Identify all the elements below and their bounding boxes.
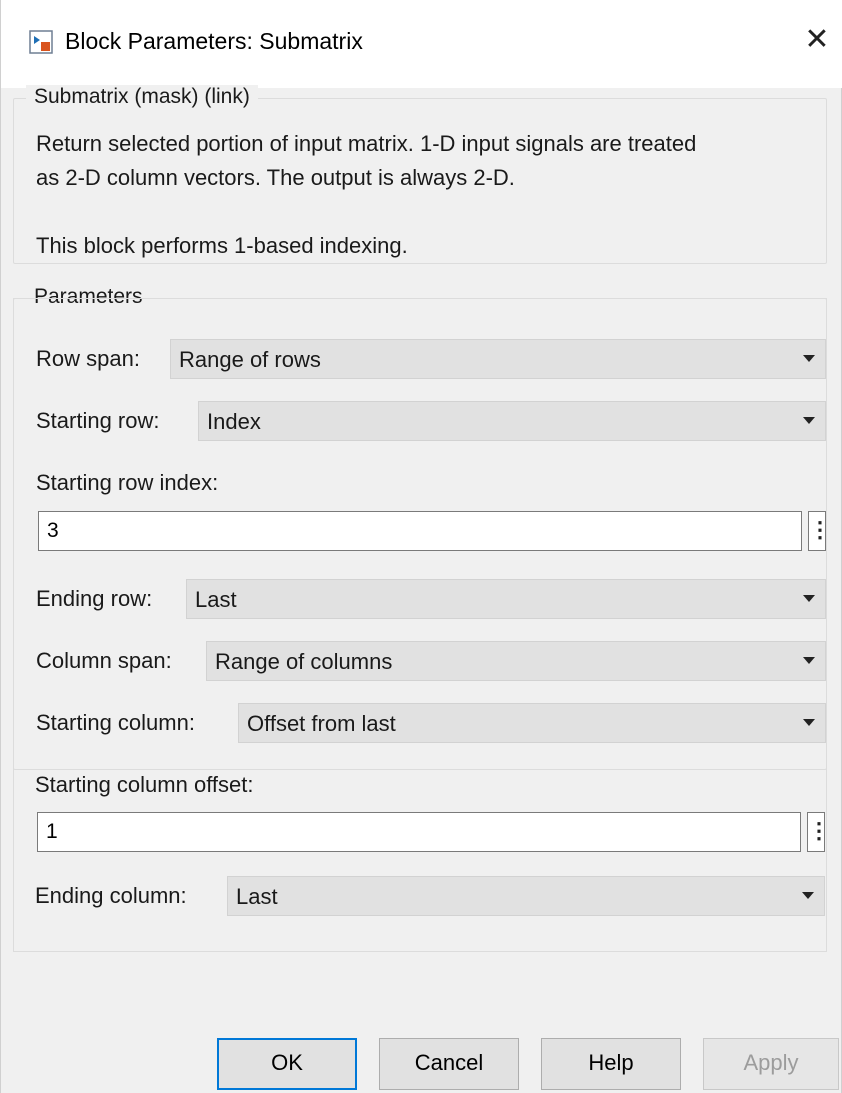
ending-column-dropdown[interactable]: Last (227, 876, 825, 916)
starting-column-value: Offset from last (247, 711, 396, 736)
ending-row-value: Last (195, 587, 237, 612)
starting-row-row: Starting row: Index (36, 401, 828, 441)
simulink-block-icon (29, 30, 53, 54)
ending-row-dropdown[interactable]: Last (186, 579, 826, 619)
starting-column-offset-field[interactable] (37, 812, 801, 852)
starting-row-index-input[interactable] (47, 519, 787, 543)
row-span-label: Row span: (36, 346, 140, 371)
apply-button[interactable]: Apply (703, 1038, 839, 1090)
window-title: Block Parameters: Submatrix (65, 28, 363, 54)
column-span-label: Column span: (36, 648, 172, 673)
description-line-3: This block performs 1-based indexing. (36, 233, 408, 258)
starting-column-dropdown[interactable]: Offset from last (238, 703, 826, 743)
ok-button[interactable]: OK (217, 1038, 357, 1090)
description-line-2: as 2-D column vectors. The output is alw… (36, 165, 515, 190)
row-span-value: Range of rows (179, 347, 321, 372)
column-span-row: Column span: Range of columns (36, 641, 828, 681)
starting-row-index-more-button[interactable]: ⋮ (808, 511, 831, 551)
close-icon[interactable]: ✕ (797, 20, 837, 60)
chevron-down-icon (803, 417, 815, 424)
starting-row-index-label: Starting row index: (36, 470, 219, 495)
parameters-group: Parameters Row span: Range of rows Start… (13, 285, 831, 770)
starting-column-row: Starting column: Offset from last (36, 703, 828, 743)
starting-column-offset-input[interactable] (46, 820, 786, 844)
cancel-button[interactable]: Cancel (379, 1038, 519, 1090)
chevron-down-icon (803, 595, 815, 602)
description-legend: Submatrix (mask) (link) (26, 85, 258, 109)
column-span-dropdown[interactable]: Range of columns (206, 641, 826, 681)
title-bar: Block Parameters: Submatrix ✕ (1, 0, 842, 88)
starting-row-label: Starting row: (36, 408, 160, 433)
ending-column-value: Last (236, 884, 278, 909)
ending-row-row: Ending row: Last (36, 579, 828, 619)
help-button[interactable]: Help (541, 1038, 681, 1090)
row-span-row: Row span: Range of rows (36, 339, 828, 379)
block-description: Return selected portion of input matrix.… (36, 127, 826, 263)
chevron-down-icon (803, 719, 815, 726)
chevron-down-icon (803, 355, 815, 362)
chevron-down-icon (803, 657, 815, 664)
row-span-dropdown[interactable]: Range of rows (170, 339, 826, 379)
ending-column-label: Ending column: (35, 883, 187, 908)
ending-column-row: Ending column: Last (35, 876, 827, 916)
column-span-value: Range of columns (215, 649, 393, 674)
starting-row-index-field[interactable] (38, 511, 802, 551)
ending-row-label: Ending row: (36, 586, 153, 611)
description-line-1: Return selected portion of input matrix.… (36, 131, 697, 156)
starting-row-value: Index (207, 409, 261, 434)
starting-column-label: Starting column: (36, 710, 195, 735)
starting-column-offset-label: Starting column offset: (35, 772, 254, 797)
starting-row-dropdown[interactable]: Index (198, 401, 826, 441)
description-group: Submatrix (mask) (link) Return selected … (13, 85, 827, 264)
starting-column-offset-more-button[interactable]: ⋮ (807, 812, 830, 852)
chevron-down-icon (802, 892, 814, 899)
block-parameters-dialog: Block Parameters: Submatrix ✕ Submatrix … (0, 0, 842, 1093)
parameters-legend: Parameters (26, 285, 151, 309)
